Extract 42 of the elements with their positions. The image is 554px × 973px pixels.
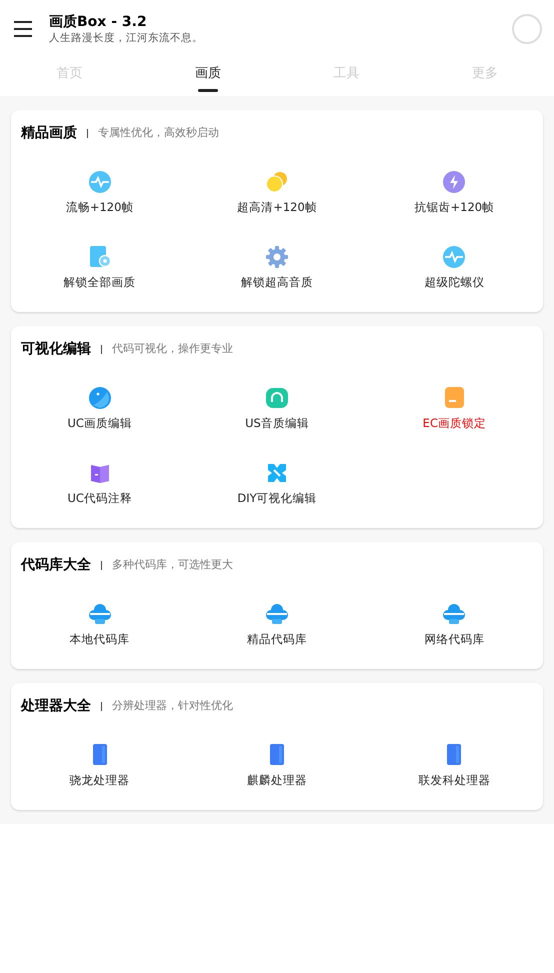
gear-icon <box>266 246 288 268</box>
feature-item[interactable]: 流畅+120帧 <box>11 156 188 231</box>
cloud-icon <box>443 602 466 625</box>
feature-item[interactable]: 麒麟处理器 <box>188 729 366 804</box>
feature-item[interactable]: UC画质编辑 <box>11 372 188 447</box>
feature-item[interactable]: UC代码注释 <box>11 447 188 522</box>
coins-icon <box>266 170 288 193</box>
feature-item[interactable]: EC画质锁定 <box>366 372 543 447</box>
file-pin-icon <box>88 246 111 268</box>
feature-item[interactable]: 联发科处理器 <box>366 729 543 804</box>
section-title: 处理器大全 <box>21 696 91 716</box>
app-subtitle: 人生路漫长度，江河东流不息。 <box>49 30 204 46</box>
feature-item[interactable]: 本地代码库 <box>11 588 188 663</box>
feature-item[interactable]: 解锁超高音质 <box>188 231 366 306</box>
lightning-icon <box>443 170 466 193</box>
headphones-icon <box>266 386 288 409</box>
section-title: 可视化编辑 <box>21 340 91 358</box>
tab[interactable]: 画质 <box>138 56 277 96</box>
feature-item[interactable]: 骁龙处理器 <box>11 729 188 804</box>
globe-icon <box>88 386 111 409</box>
feature-item[interactable]: 抗锯齿+120帧 <box>366 156 543 231</box>
cloud-icon <box>266 602 288 625</box>
cloud-icon <box>88 602 111 625</box>
section-subtitle: 分辨处理器，针对性优化 <box>112 698 233 714</box>
feature-item[interactable]: 超高清+120帧 <box>188 156 366 231</box>
section-title: 代码库大全 <box>21 556 91 574</box>
menu-icon[interactable] <box>14 21 32 37</box>
section-title: 精品画质 <box>21 124 77 142</box>
cross-icon <box>266 462 288 484</box>
section-subtitle: 专属性优化，高效秒启动 <box>98 124 219 141</box>
feature-item[interactable]: 精品代码库 <box>188 588 366 663</box>
feature-item[interactable]: 超级陀螺仪 <box>366 231 543 306</box>
section-subtitle: 代码可视化，操作更专业 <box>112 340 233 357</box>
pulse-icon <box>88 170 111 193</box>
pulse-icon <box>443 246 466 268</box>
feature-item[interactable]: US音质编辑 <box>188 372 366 447</box>
app-title: 画质Box - 3.2 <box>49 12 148 30</box>
feature-item[interactable]: DIY可视化编辑 <box>188 447 366 522</box>
feature-item[interactable]: 网络代码库 <box>366 588 543 663</box>
section-subtitle: 多种代码库，可选性更大 <box>112 556 233 573</box>
drive-icon <box>443 386 466 409</box>
feature-item[interactable]: 解锁全部画质 <box>11 231 188 306</box>
